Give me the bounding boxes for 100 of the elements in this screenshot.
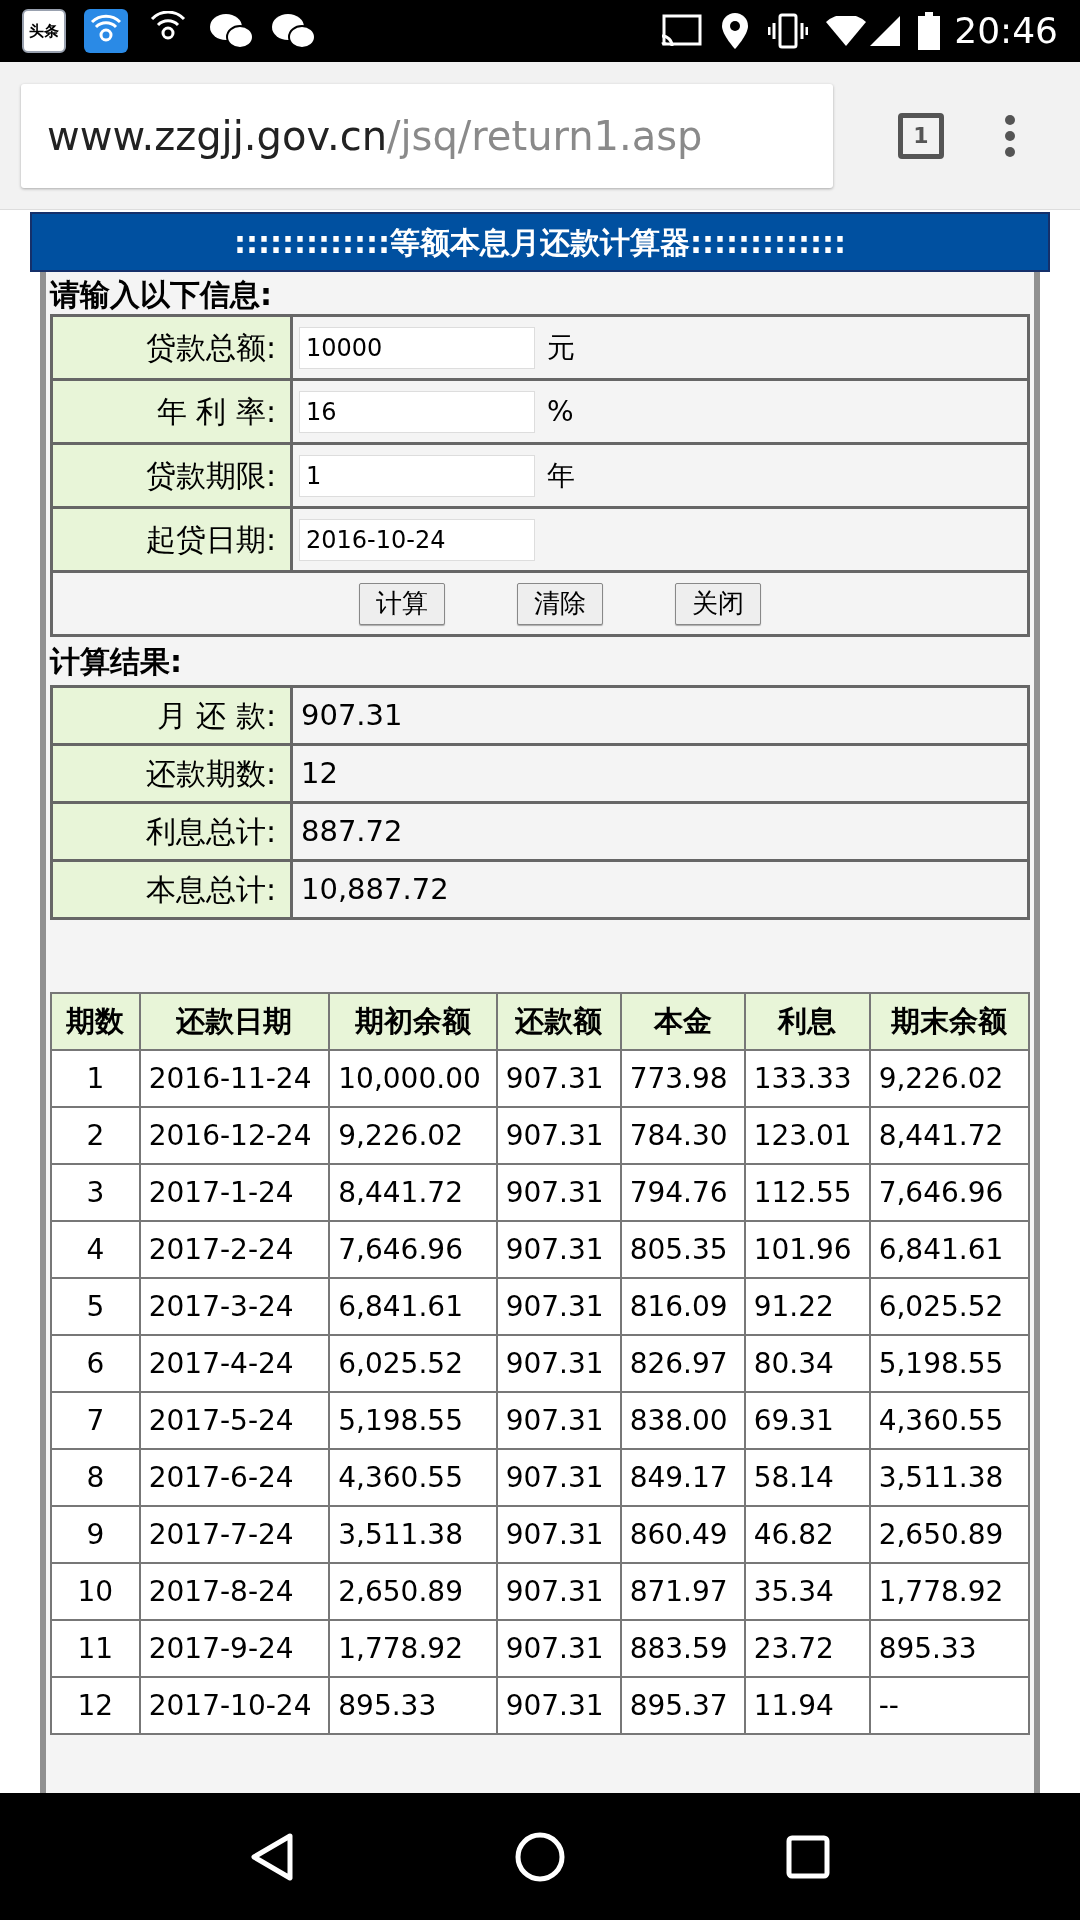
field-label: 本息总计:	[51, 860, 292, 919]
column-header: 还款日期	[139, 993, 330, 1050]
table-cell: 895.33	[869, 1620, 1029, 1677]
table-cell: 2017-6-24	[139, 1449, 330, 1506]
table-cell: 838.00	[620, 1392, 745, 1449]
table-cell: 826.97	[620, 1335, 745, 1392]
column-header: 利息	[744, 993, 870, 1050]
location-icon	[722, 13, 749, 49]
table-cell: 35.34	[744, 1563, 870, 1620]
recent-apps-icon[interactable]	[785, 1834, 830, 1879]
table-cell: 784.30	[620, 1107, 745, 1164]
form-button[interactable]: 清除	[517, 582, 603, 625]
form-button[interactable]: 关闭	[675, 582, 761, 625]
table-cell: 883.59	[620, 1620, 745, 1677]
table-cell: 9,226.02	[329, 1107, 497, 1164]
section-heading: 计算结果:	[50, 643, 183, 681]
calculator-title-bar: :::::::::::::等额本息月还款计算器:::::::::::::	[30, 212, 1050, 272]
table-cell: 816.09	[620, 1278, 745, 1335]
input-field[interactable]: 10000	[299, 326, 535, 369]
table-cell: 80.34	[744, 1335, 870, 1392]
table-cell: 10,000.00	[329, 1050, 497, 1107]
table-cell: 849.17	[620, 1449, 745, 1506]
unit-label: 年	[547, 457, 575, 494]
table-cell: 91.22	[744, 1278, 870, 1335]
table-cell: 2,650.89	[329, 1563, 497, 1620]
table-cell: 2017-10-24	[139, 1677, 330, 1734]
input-field[interactable]: 16	[299, 390, 535, 433]
field-label: 月 还 款:	[51, 686, 292, 745]
table-cell: 5,198.55	[329, 1392, 497, 1449]
table-cell: 23.72	[744, 1620, 870, 1677]
table-cell: 907.31	[496, 1221, 621, 1278]
table-cell: 9	[51, 1506, 140, 1563]
cast-icon	[660, 14, 703, 48]
table-cell: 133.33	[744, 1050, 870, 1107]
table-cell: 6,841.61	[329, 1278, 497, 1335]
field-label: 利息总计:	[51, 802, 292, 861]
table-cell: 907.31	[496, 1677, 621, 1734]
table-cell: 2017-1-24	[139, 1164, 330, 1221]
news-app-icon: 头条	[22, 9, 66, 53]
vibrate-icon	[768, 13, 809, 49]
table-cell: 773.98	[620, 1050, 745, 1107]
column-header: 还款额	[496, 993, 621, 1050]
table-cell: 5	[51, 1278, 140, 1335]
table-cell: 7	[51, 1392, 140, 1449]
field-label: 还款期数:	[51, 744, 292, 803]
table-cell: 907.31	[496, 1278, 621, 1335]
wifi-icon	[826, 16, 867, 46]
address-bar[interactable]: www.zzgjj.gov.cn/jsq/return1.asp	[21, 83, 833, 188]
table-cell: 9,226.02	[869, 1050, 1029, 1107]
field-label: 贷款期限:	[51, 443, 292, 508]
table-cell: 3,511.38	[329, 1506, 497, 1563]
table-cell: 58.14	[744, 1449, 870, 1506]
table-cell: 11.94	[744, 1677, 870, 1734]
table-cell: 871.97	[620, 1563, 745, 1620]
wifi-app-icon	[84, 9, 128, 53]
field-label: 年 利 率:	[51, 379, 292, 444]
table-cell: 69.31	[744, 1392, 870, 1449]
field-label: 起贷日期:	[51, 507, 292, 572]
table-cell: 7,646.96	[329, 1221, 497, 1278]
unit-label: 元	[547, 329, 575, 366]
table-cell: 2016-12-24	[139, 1107, 330, 1164]
table-cell: 1,778.92	[329, 1620, 497, 1677]
table-cell: 2017-8-24	[139, 1563, 330, 1620]
table-cell: 2017-4-24	[139, 1335, 330, 1392]
unit-label: %	[547, 393, 574, 430]
table-cell: 123.01	[744, 1107, 870, 1164]
table-cell: 5,198.55	[869, 1335, 1029, 1392]
column-header: 期末余额	[869, 993, 1029, 1050]
clock: 20:46	[954, 9, 1058, 53]
battery-icon	[918, 12, 941, 50]
table-cell: 101.96	[744, 1221, 870, 1278]
table-cell: 907.31	[496, 1620, 621, 1677]
table-cell: 4,360.55	[329, 1449, 497, 1506]
table-cell: 895.37	[620, 1677, 745, 1734]
table-cell: 860.49	[620, 1506, 745, 1563]
tab-count-button[interactable]: 1	[898, 112, 944, 159]
result-value: 907.31	[291, 686, 1029, 745]
input-field[interactable]: 1	[299, 454, 535, 497]
table-cell: 907.31	[496, 1563, 621, 1620]
signal-icon	[870, 16, 901, 46]
home-icon[interactable]	[515, 1831, 565, 1882]
table-cell: 8	[51, 1449, 140, 1506]
column-header: 本金	[620, 993, 745, 1050]
table-cell: 2	[51, 1107, 140, 1164]
input-field[interactable]: 2016-10-24	[299, 518, 535, 561]
table-cell: 6,025.52	[329, 1335, 497, 1392]
result-value: 12	[291, 744, 1029, 803]
table-cell: 1,778.92	[869, 1563, 1029, 1620]
table-cell: 8,441.72	[329, 1164, 497, 1221]
table-cell: 3	[51, 1164, 140, 1221]
table-cell: 907.31	[496, 1449, 621, 1506]
result-value: 10,887.72	[291, 860, 1029, 919]
table-cell: 895.33	[329, 1677, 497, 1734]
table-cell: 794.76	[620, 1164, 745, 1221]
form-button[interactable]: 计算	[359, 582, 445, 625]
field-label: 贷款总额:	[51, 315, 292, 380]
menu-icon[interactable]	[1004, 113, 1016, 158]
table-cell: 907.31	[496, 1164, 621, 1221]
back-icon[interactable]	[250, 1831, 295, 1882]
table-cell: 2017-2-24	[139, 1221, 330, 1278]
